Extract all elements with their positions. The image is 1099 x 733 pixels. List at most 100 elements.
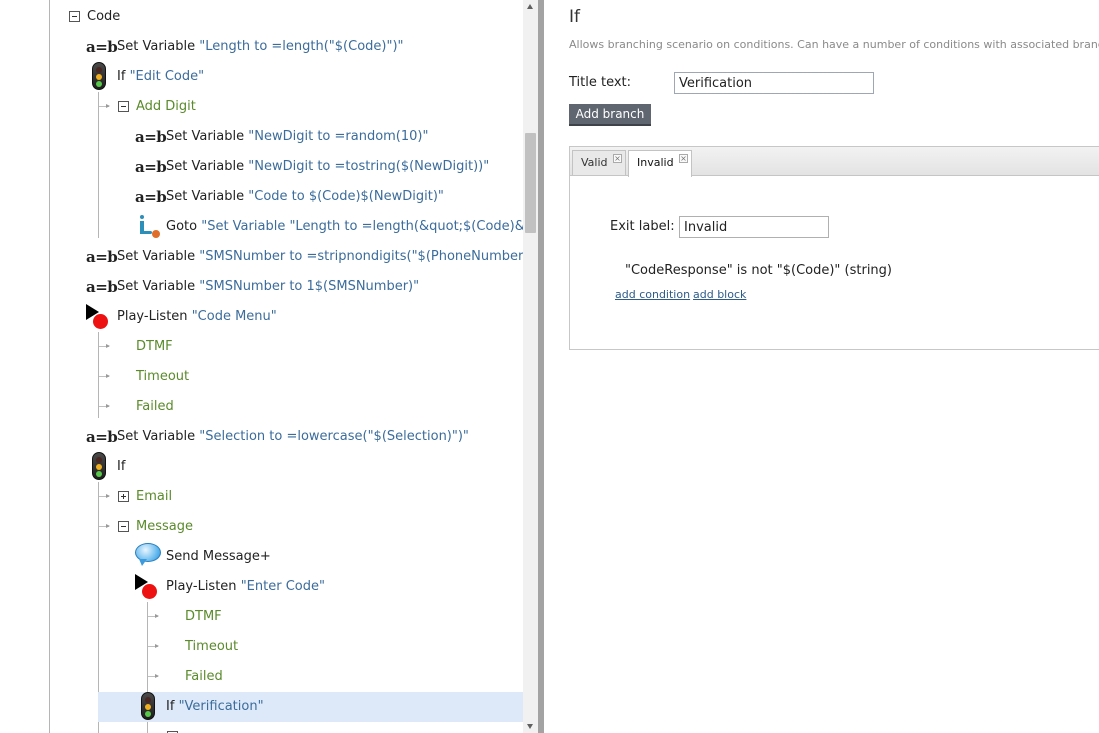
traffic-light-icon (92, 452, 106, 480)
tree-connector (148, 644, 159, 648)
tree-node-set-variable[interactable]: a=b Set Variable "Code to $(Code)$(NewDi… (0, 182, 523, 212)
tree-node-label: Add Digit (136, 99, 196, 114)
tree-node-key: Set Variable (166, 159, 245, 174)
tree-node-set-variable[interactable]: a=b Set Variable "NewDigit to =tostring(… (0, 152, 523, 182)
tree-node-label: Message (136, 519, 193, 534)
set-variable-icon: a=b (86, 38, 118, 56)
tree-node-value: "Length to =length("$(Code)")" (199, 39, 404, 54)
tree-node-timeout[interactable]: Timeout (0, 362, 523, 392)
set-variable-icon: a=b (135, 188, 167, 206)
tree-node-play-listen[interactable]: Play-Listen "Code Menu" (0, 302, 523, 332)
tree-node-email[interactable]: Email (0, 482, 523, 512)
close-icon[interactable]: × (679, 154, 688, 163)
tree-node-key: Set Variable (166, 129, 245, 144)
title-text-input[interactable] (674, 72, 874, 94)
close-icon[interactable]: × (613, 154, 622, 163)
traffic-light-icon (141, 692, 155, 720)
tree-node-label: Failed (185, 669, 223, 684)
set-variable-icon: a=b (86, 428, 118, 446)
tree-node-failed[interactable]: Failed (0, 392, 523, 422)
tab-strip: Valid × Invalid × (570, 147, 1099, 177)
tree-node-value: "Code Menu" (191, 309, 277, 324)
tree-node-set-variable[interactable]: a=b Set Variable "Selection to =lowercas… (0, 422, 523, 452)
set-variable-icon: a=b (86, 278, 118, 296)
tree-node-failed[interactable]: Failed (0, 662, 523, 692)
exit-label-input[interactable] (679, 216, 829, 238)
tree-node-label: DTMF (185, 609, 222, 624)
tree-connector (99, 344, 110, 348)
branch-tabs: Valid × Invalid × Exit label: "CodeRespo… (569, 146, 1099, 350)
scrollbar-thumb[interactable] (525, 133, 536, 233)
panel-title: If (569, 7, 580, 27)
expand-toggle[interactable] (118, 491, 129, 502)
tree-node-label: Timeout (136, 369, 190, 384)
tree-node-key: Set Variable (117, 279, 196, 294)
set-variable-icon: a=b (135, 128, 167, 146)
tree-node-key: Set Variable (117, 39, 196, 54)
tree-connector (99, 374, 110, 378)
condition-text[interactable]: "CodeResponse" is not "$(Code)" (string) (625, 263, 892, 278)
tree-node-timeout[interactable]: Timeout (0, 632, 523, 662)
tree-node-key: Play-Listen (117, 309, 188, 324)
tree-node-value: "Set Variable "Length to =length(&quot;$… (201, 219, 523, 234)
tree-node-key: Set Variable (117, 249, 196, 264)
tree-node-dtmf[interactable]: DTMF (0, 602, 523, 632)
tree-node-partial (0, 722, 523, 733)
tab-valid[interactable]: Valid × (572, 150, 626, 175)
tree-connector (99, 524, 110, 528)
tree-node-value: "SMSNumber to =stripnondigits("$(PhoneNu… (199, 249, 523, 264)
properties-pane: If Allows branching scenario on conditio… (544, 0, 1099, 733)
scroll-down-arrow-icon[interactable] (527, 724, 533, 729)
tree-pane: Code a=b Set Variable "Length to =length… (0, 0, 523, 733)
tree-node-label: Email (136, 489, 173, 504)
tree-node-set-variable[interactable]: a=b Set Variable "SMSNumber to 1$(SMSNum… (0, 272, 523, 302)
tab-invalid[interactable]: Invalid × (628, 150, 692, 177)
add-block-link[interactable]: add block (693, 288, 746, 301)
tree-node-if[interactable]: If "Edit Code" (0, 62, 523, 92)
tree-node-label: DTMF (136, 339, 173, 354)
collapse-toggle[interactable] (69, 11, 80, 22)
tree-node-code[interactable]: Code (0, 2, 523, 32)
tree-node-message[interactable]: Message (0, 512, 523, 542)
tree-node-value: "NewDigit to =random(10)" (248, 129, 429, 144)
tree-node-goto[interactable]: Goto "Set Variable "Length to =length(&q… (0, 212, 523, 242)
tree-node-key: Set Variable (166, 189, 245, 204)
title-text-label: Title text: (569, 75, 632, 90)
tree-node-label: Failed (136, 399, 174, 414)
tree-node-set-variable[interactable]: a=b Set Variable "NewDigit to =random(10… (0, 122, 523, 152)
tree-node-key: If (117, 69, 126, 84)
add-condition-link[interactable]: add condition (615, 288, 690, 301)
vertical-scrollbar[interactable] (523, 0, 538, 733)
tree-node-key: Send Message+ (166, 549, 271, 564)
tree-node-value: "Edit Code" (129, 69, 205, 84)
tree-node-key: Goto (166, 219, 198, 234)
tree-node-value: "Selection to =lowercase("$(Selection)")… (199, 429, 469, 444)
tree-node-play-listen[interactable]: Play-Listen "Enter Code" (0, 572, 523, 602)
tree-node-set-variable[interactable]: a=b Set Variable "Length to =length("$(C… (0, 32, 523, 62)
collapse-toggle[interactable] (118, 101, 129, 112)
tree-node-send-message[interactable]: Send Message+ (0, 542, 523, 572)
tree-connector (148, 614, 159, 618)
tree-connector (99, 104, 110, 108)
tree-node-set-variable[interactable]: a=b Set Variable "SMSNumber to =stripnon… (0, 242, 523, 272)
goto-icon (137, 215, 161, 241)
traffic-light-icon (92, 62, 106, 90)
collapse-toggle[interactable] (118, 521, 129, 532)
tree-node-label: Code (87, 9, 121, 24)
play-listen-icon (135, 574, 163, 600)
tree-node-dtmf[interactable]: DTMF (0, 332, 523, 362)
scroll-up-arrow-icon[interactable] (527, 4, 533, 9)
tree-node-key: If (166, 699, 175, 714)
tree-connector (99, 494, 110, 498)
tree-node-add-digit[interactable]: Add Digit (0, 92, 523, 122)
set-variable-icon: a=b (135, 158, 167, 176)
set-variable-icon: a=b (86, 248, 118, 266)
exit-label-label: Exit label: (610, 219, 675, 234)
tree-connector (148, 674, 159, 678)
tree-node-key: If (117, 459, 126, 474)
tree-node-if-selected[interactable]: If "Verification" (98, 692, 523, 722)
tree-node-key: Set Variable (117, 429, 196, 444)
tab-label: Valid (581, 156, 608, 169)
add-branch-button[interactable]: Add branch (569, 104, 651, 126)
tree-node-if[interactable]: If (0, 452, 523, 482)
